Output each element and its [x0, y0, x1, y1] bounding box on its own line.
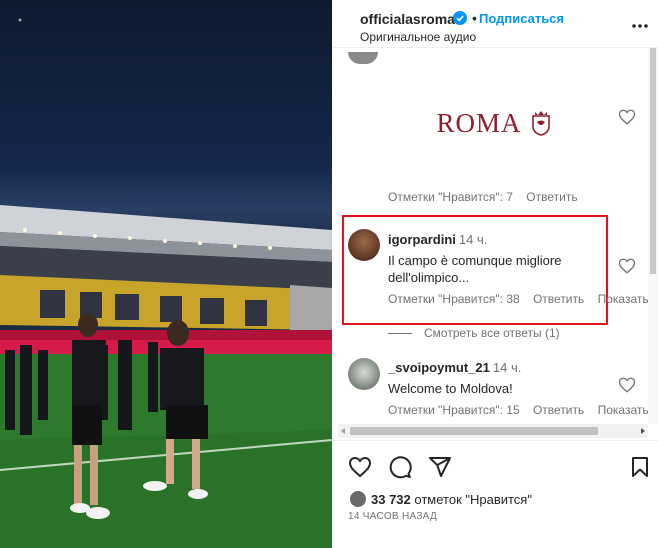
comment-likes-count[interactable]: Отметки "Нравится": 38: [388, 292, 520, 306]
post-side-panel: officialasroma • Подписаться Оригинально…: [332, 0, 658, 548]
avatar[interactable]: [348, 229, 380, 261]
like-comment-heart-icon[interactable]: [618, 257, 636, 275]
verified-badge-icon: [453, 11, 467, 25]
avatar[interactable]: [348, 358, 380, 390]
follow-button[interactable]: Подписаться: [479, 11, 564, 26]
view-replies-button[interactable]: Смотреть все ответы (1): [388, 326, 560, 340]
horizontal-scrollbar-thumb[interactable]: [350, 427, 598, 435]
vertical-scrollbar[interactable]: [648, 48, 658, 424]
scroll-left-arrow-icon[interactable]: [340, 424, 346, 438]
share-send-icon[interactable]: [428, 455, 452, 479]
reply-button[interactable]: Ответить: [533, 403, 584, 417]
show-translation-button[interactable]: Показать: [598, 292, 649, 306]
like-heart-icon[interactable]: [348, 455, 372, 479]
like-comment-heart-icon[interactable]: [618, 108, 636, 126]
stadium-image: [0, 18, 332, 548]
likes-suffix: отметок "Нравится": [414, 491, 532, 507]
more-dots-icon: [632, 24, 648, 28]
comment-meta: Отметки "Нравится": 15 Ответить Показать: [388, 403, 658, 417]
liker-avatar: [348, 489, 368, 509]
scroll-right-arrow-icon[interactable]: [640, 424, 646, 438]
comment-username[interactable]: igorpardini: [388, 232, 456, 247]
show-translation-button[interactable]: Показать: [598, 403, 649, 417]
post-header: officialasroma • Подписаться Оригинально…: [332, 0, 658, 48]
reply-button[interactable]: Ответить: [533, 292, 584, 306]
vertical-scrollbar-thumb[interactable]: [650, 48, 656, 274]
comment-body: _svoipoymut_21 14 ч. Welcome to Moldova!: [388, 359, 628, 397]
comment-text-line-1: Il campo è comunque migliore: [388, 253, 562, 268]
save-bookmark-icon[interactable]: [628, 455, 652, 479]
comments-list[interactable]: ROMA Отметки "Нравится": 7 Ответить igor…: [332, 48, 658, 438]
comment-meta: Отметки "Нравится": 38 Ответить Показать: [388, 292, 658, 306]
comment-likes-count[interactable]: Отметки "Нравится": 15: [388, 403, 520, 417]
replies-divider-line: [388, 333, 412, 335]
like-comment-heart-icon[interactable]: [618, 376, 636, 394]
comment-text: Welcome to Moldova!: [388, 381, 513, 396]
comment-image: ROMA: [384, 68, 604, 178]
posted-time[interactable]: 14 ЧАСОВ НАЗАД: [348, 511, 437, 522]
avatar[interactable]: [348, 52, 378, 64]
more-options-button[interactable]: [628, 14, 652, 38]
comment-username[interactable]: _svoipoymut_21: [388, 360, 490, 375]
post-photo: [0, 0, 332, 548]
comment-bubble-icon[interactable]: [388, 455, 412, 479]
roma-logo-text: ROMA: [436, 107, 522, 138]
roma-crest-icon: [531, 111, 550, 136]
comment-meta: Отметки "Нравится": 7 Ответить: [388, 190, 588, 204]
comment-time[interactable]: 14 ч.: [493, 360, 521, 375]
horizontal-scrollbar[interactable]: [338, 424, 648, 438]
comment-text-line-2: dell'olimpico...: [388, 270, 470, 285]
separator-dot: •: [472, 10, 477, 26]
comment-time[interactable]: 14 ч.: [459, 232, 487, 247]
audio-label[interactable]: Оригинальное аудио: [360, 30, 476, 44]
likes-count-text[interactable]: 33 732 отметок "Нравится": [371, 492, 532, 507]
comment-likes-count[interactable]: Отметки "Нравится": 7: [388, 190, 513, 204]
post-actions-bar: 33 732 отметок "Нравится" 14 ЧАСОВ НАЗАД: [332, 440, 658, 548]
view-replies-label: Смотреть все ответы (1): [424, 326, 560, 340]
likes-summary[interactable]: 33 732 отметок "Нравится": [348, 489, 532, 509]
comment-body: igorpardini 14 ч. Il campo è comunque mig…: [388, 231, 628, 286]
likes-count: 33 732: [371, 491, 411, 507]
author-username[interactable]: officialasroma: [360, 11, 455, 27]
reply-button[interactable]: Ответить: [526, 190, 577, 204]
